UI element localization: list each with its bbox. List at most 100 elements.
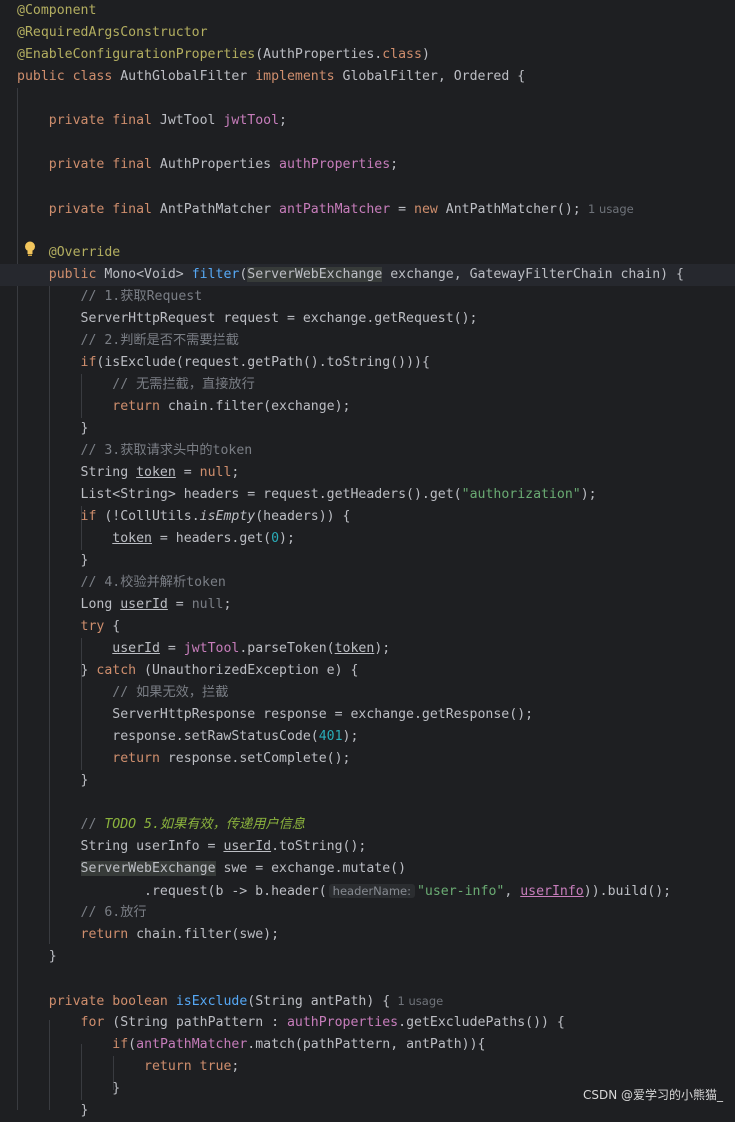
code-token: if	[80, 509, 105, 524]
code-token: AuthGlobalFilter	[120, 69, 256, 84]
code-line[interactable]: // 4.校验并解析token	[0, 572, 735, 594]
code-token: AuthProperties	[159, 157, 280, 172]
code-token: private boolean	[48, 994, 176, 1009]
code-text: // 4.校验并解析token	[17, 572, 226, 594]
code-text: for (String pathPattern : authProperties…	[17, 1012, 565, 1034]
code-token: // 3.获取请求头中的token	[80, 443, 253, 458]
code-text: // 2.判断是否不需要拦截	[17, 330, 239, 352]
code-token: public class	[17, 69, 121, 84]
code-line[interactable]: return response.setComplete();	[0, 748, 735, 770]
code-line[interactable]: if (!CollUtils.isEmpty(headers)) {	[0, 506, 735, 528]
code-token: = headers.get(	[151, 531, 272, 546]
code-line[interactable]: return true;	[0, 1056, 735, 1078]
code-line[interactable]: public Mono<Void> filter(ServerWebExchan…	[0, 264, 735, 286]
usage-hint: 1 usage	[580, 202, 634, 216]
code-token: return	[112, 399, 168, 414]
code-line[interactable]: // 3.获取请求头中的token	[0, 440, 735, 462]
code-line[interactable]: ServerHttpResponse response = exchange.g…	[0, 704, 735, 726]
code-line[interactable]: private final AuthProperties authPropert…	[0, 154, 735, 176]
code-line[interactable]: } catch (UnauthorizedException e) {	[0, 660, 735, 682]
code-line[interactable]: try {	[0, 616, 735, 638]
code-line[interactable]: private final AntPathMatcher antPathMatc…	[0, 198, 735, 220]
code-line[interactable]: // 2.判断是否不需要拦截	[0, 330, 735, 352]
code-token: }	[17, 663, 97, 678]
code-token: (String antPath) {	[247, 994, 391, 1009]
code-line[interactable]: if(antPathMatcher.match(pathPattern, ant…	[0, 1034, 735, 1056]
code-token: 401	[318, 729, 343, 744]
code-line[interactable]: return chain.filter(swe);	[0, 924, 735, 946]
code-token: (String pathPattern :	[112, 1015, 287, 1030]
code-line[interactable]	[0, 220, 735, 242]
code-token: GlobalFilter, Ordered {	[342, 69, 526, 84]
code-token: .match(pathPattern, antPath)){	[247, 1037, 486, 1052]
code-line[interactable]: }	[0, 946, 735, 968]
code-line[interactable]	[0, 88, 735, 110]
code-text: // 3.获取请求头中的token	[17, 440, 253, 462]
code-line[interactable]	[0, 968, 735, 990]
code-token: userInfo	[520, 884, 584, 899]
code-token: //	[80, 817, 105, 832]
code-line[interactable]: token = headers.get(0);	[0, 528, 735, 550]
code-token: implements	[255, 69, 343, 84]
code-token: String	[17, 465, 137, 480]
code-line[interactable]: }	[0, 418, 735, 440]
code-token: class	[382, 47, 422, 62]
code-line[interactable]: if(isExclude(request.getPath().toString(…	[0, 352, 735, 374]
code-line[interactable]: // 6.放行	[0, 902, 735, 924]
code-editor[interactable]: @Component @RequiredArgsConstructor @Enabl…	[0, 0, 735, 1118]
code-line[interactable]: String token = null;	[0, 462, 735, 484]
code-line[interactable]: ServerWebExchange swe = exchange.mutate(…	[0, 858, 735, 880]
code-text: // TODO 5.如果有效，传递用户信息	[17, 814, 305, 836]
code-line[interactable]: response.setRawStatusCode(401);	[0, 726, 735, 748]
code-token: public	[48, 267, 105, 282]
code-line[interactable]: // 无需拦截，直接放行	[0, 374, 735, 396]
code-token: );	[580, 487, 597, 502]
code-line[interactable]	[0, 176, 735, 198]
code-text: if(isExclude(request.getPath().toString(…	[17, 352, 430, 374]
code-line[interactable]: @RequiredArgsConstructor	[0, 22, 735, 44]
code-token: (!CollUtils.	[104, 509, 200, 524]
code-token: new	[414, 202, 446, 217]
code-token: .getExcludePaths()) {	[398, 1015, 565, 1030]
code-line[interactable]: // 1.获取Request	[0, 286, 735, 308]
code-line[interactable]: public class AuthGlobalFilter implements…	[0, 66, 735, 88]
code-line[interactable]: Long userId = null;	[0, 594, 735, 616]
code-line[interactable]: ServerHttpRequest request = exchange.get…	[0, 308, 735, 330]
code-token: .request(b -> b.header(	[17, 884, 327, 899]
code-token: // 1.获取Request	[80, 289, 203, 304]
code-line[interactable]	[0, 792, 735, 814]
code-line[interactable]: private boolean isExclude(String antPath…	[0, 990, 735, 1012]
code-line[interactable]: List<String> headers = request.getHeader…	[0, 484, 735, 506]
code-token: JwtTool	[159, 113, 224, 128]
code-line[interactable]	[0, 132, 735, 154]
code-line[interactable]: }	[0, 550, 735, 572]
code-text: private final JwtTool jwtTool;	[17, 110, 287, 132]
code-line[interactable]: String userInfo = userId.toString();	[0, 836, 735, 858]
code-text: }	[17, 1078, 120, 1100]
code-line[interactable]: }	[0, 770, 735, 792]
code-token: antPathMatcher	[279, 202, 391, 217]
code-line[interactable]: // TODO 5.如果有效，传递用户信息	[0, 814, 735, 836]
code-line[interactable]: .request(b -> b.header(headerName: "user-…	[0, 880, 735, 902]
code-line[interactable]: }	[0, 1100, 735, 1122]
code-line[interactable]: userId = jwtTool.parseToken(token);	[0, 638, 735, 660]
code-token: token	[136, 465, 176, 480]
code-line[interactable]: return chain.filter(exchange);	[0, 396, 735, 418]
code-token: return true	[144, 1059, 232, 1074]
code-line[interactable]: for (String pathPattern : authProperties…	[0, 1012, 735, 1034]
code-line[interactable]: // 如果无效，拦截	[0, 682, 735, 704]
code-line[interactable]: private final JwtTool jwtTool;	[0, 110, 735, 132]
code-text: ServerHttpRequest request = exchange.get…	[17, 308, 478, 330]
code-line[interactable]: @EnableConfigurationProperties(AuthPrope…	[0, 44, 735, 66]
lightbulb-icon[interactable]	[23, 240, 37, 258]
code-line[interactable]: @Component	[0, 0, 735, 22]
code-line[interactable]: @Override	[0, 242, 735, 264]
code-token: )	[421, 47, 430, 62]
